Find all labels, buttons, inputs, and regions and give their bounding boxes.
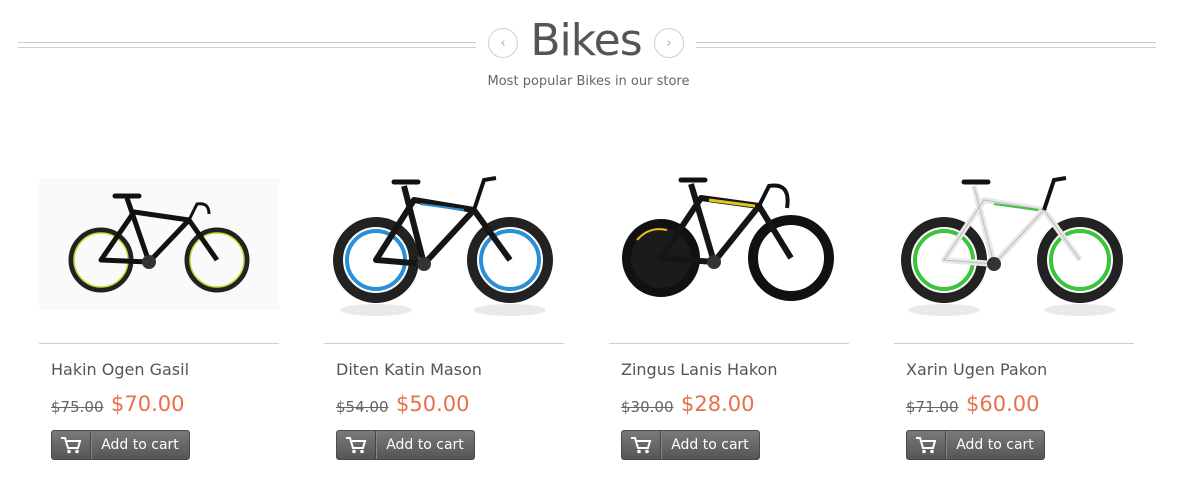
current-price: $70.00	[111, 392, 185, 416]
product-grid: Hakin Ogen Gasil $75.00 $70.00 Add to ca…	[0, 160, 1177, 480]
product-card: Hakin Ogen Gasil $75.00 $70.00 Add to ca…	[39, 160, 279, 470]
road-bike-illustration	[39, 178, 279, 310]
prev-arrow-button[interactable]: ‹	[488, 28, 518, 58]
section-title: Bikes	[530, 15, 642, 66]
product-card: Diten Katin Mason $54.00 $50.00 Add to c…	[324, 160, 564, 470]
product-image[interactable]	[324, 160, 564, 330]
chevron-right-icon: ›	[666, 35, 672, 51]
old-price: $75.00	[51, 398, 104, 416]
current-price: $60.00	[966, 392, 1040, 416]
product-name[interactable]: Diten Katin Mason	[336, 360, 482, 379]
current-price: $50.00	[396, 392, 470, 416]
card-divider	[324, 343, 564, 344]
product-image[interactable]	[39, 160, 279, 330]
add-to-cart-button[interactable]: Add to cart	[336, 430, 475, 460]
current-price: $28.00	[681, 392, 755, 416]
add-to-cart-button[interactable]: Add to cart	[906, 430, 1045, 460]
next-arrow-button[interactable]: ›	[654, 28, 684, 58]
product-image[interactable]	[609, 160, 849, 330]
section-subtitle: Most popular Bikes in our store	[487, 74, 690, 89]
card-divider	[609, 343, 849, 344]
fat-bike-blue-illustration	[333, 176, 553, 316]
product-card: Xarin Ugen Pakon $71.00 $60.00 Add to ca…	[894, 160, 1134, 470]
add-to-cart-label: Add to cart	[101, 437, 179, 453]
add-to-cart-label: Add to cart	[956, 437, 1034, 453]
chevron-left-icon: ‹	[500, 35, 506, 51]
product-name[interactable]: Xarin Ugen Pakon	[906, 360, 1047, 379]
old-price: $54.00	[336, 398, 389, 416]
product-card: Zingus Lanis Hakon $30.00 $28.00 Add to …	[609, 160, 849, 470]
section-header: ‹ Bikes › Most popular Bikes in our stor…	[0, 0, 1177, 100]
add-to-cart-button[interactable]: Add to cart	[621, 430, 760, 460]
cart-icon	[907, 431, 946, 459]
cart-icon	[337, 431, 376, 459]
cart-icon	[622, 431, 661, 459]
track-bike-illustration	[622, 177, 834, 301]
card-divider	[894, 343, 1134, 344]
product-name[interactable]: Zingus Lanis Hakon	[621, 360, 777, 379]
add-to-cart-label: Add to cart	[386, 437, 464, 453]
add-to-cart-label: Add to cart	[671, 437, 749, 453]
add-to-cart-button[interactable]: Add to cart	[51, 430, 190, 460]
old-price: $71.00	[906, 398, 959, 416]
product-image[interactable]	[894, 160, 1134, 330]
card-divider	[39, 343, 279, 344]
cart-icon	[52, 431, 91, 459]
header-rule-left	[18, 42, 476, 48]
product-name[interactable]: Hakin Ogen Gasil	[51, 360, 189, 379]
header-rule-right	[696, 42, 1156, 48]
old-price: $30.00	[621, 398, 674, 416]
fat-bike-green-illustration	[901, 176, 1123, 316]
